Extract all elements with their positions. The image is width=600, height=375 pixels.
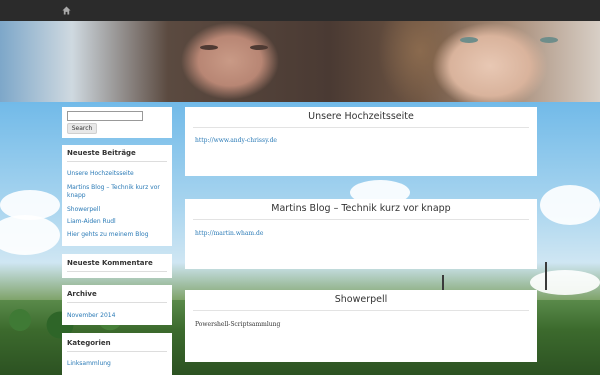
post-card: Unsere Hochzeitsseite http://www.andy-ch… (185, 107, 537, 176)
widget-divider (67, 351, 167, 352)
home-icon[interactable] (62, 6, 71, 15)
post-title[interactable]: Showerpell (185, 294, 537, 305)
category-link[interactable]: Linksammlung (67, 360, 168, 368)
categories-widget: Kategorien Linksammlung (62, 333, 172, 375)
header-photo (0, 21, 600, 102)
background-cloud (0, 215, 60, 255)
post-divider (193, 219, 529, 220)
header-photo-detail (250, 45, 268, 50)
header-photo-detail (460, 37, 478, 43)
recent-post-link[interactable]: Unsere Hochzeitsseite (67, 170, 168, 178)
post-text: Powershell-Scriptsammlung (195, 321, 281, 328)
background-cloud (540, 185, 600, 225)
recent-post-link[interactable]: Martins Blog – Technik kurz vor knapp (67, 184, 168, 200)
archive-link[interactable]: November 2014 (67, 312, 168, 320)
post-link[interactable]: http://martin.wham.de (195, 230, 263, 237)
archive-widget: Archive November 2014 (62, 285, 172, 325)
post-title[interactable]: Martins Blog – Technik kurz vor knapp (185, 203, 537, 214)
widget-divider (67, 302, 167, 303)
post-title[interactable]: Unsere Hochzeitsseite (185, 111, 537, 122)
background-tower (545, 262, 547, 290)
search-widget: Search (62, 107, 172, 138)
post-divider (193, 127, 529, 128)
post-divider (193, 310, 529, 311)
search-input[interactable] (67, 111, 143, 121)
search-button[interactable]: Search (67, 123, 97, 134)
recent-comments-widget: Neueste Kommentare (62, 254, 172, 278)
post-link[interactable]: http://www.andy-chrissy.de (195, 137, 277, 144)
widget-title: Neueste Kommentare (67, 259, 153, 267)
header-photo-detail (200, 45, 218, 50)
top-navigation-bar (0, 0, 600, 21)
post-card: Martins Blog – Technik kurz vor knapp ht… (185, 199, 537, 269)
post-card: Showerpell Powershell-Scriptsammlung (185, 290, 537, 362)
recent-post-link[interactable]: Showerpell (67, 206, 168, 214)
recent-post-link[interactable]: Hier gehts zu meinem Blog (67, 231, 168, 239)
header-photo-detail (540, 37, 558, 43)
recent-post-link[interactable]: Liam-Aiden Rudl (67, 218, 168, 226)
widget-title: Archive (67, 290, 97, 298)
widget-title: Neueste Beiträge (67, 149, 136, 157)
widget-divider (67, 271, 167, 272)
widget-divider (67, 161, 167, 162)
recent-posts-widget: Neueste Beiträge Unsere Hochzeitsseite M… (62, 145, 172, 246)
background-cloud (530, 270, 600, 295)
widget-title: Kategorien (67, 339, 111, 347)
